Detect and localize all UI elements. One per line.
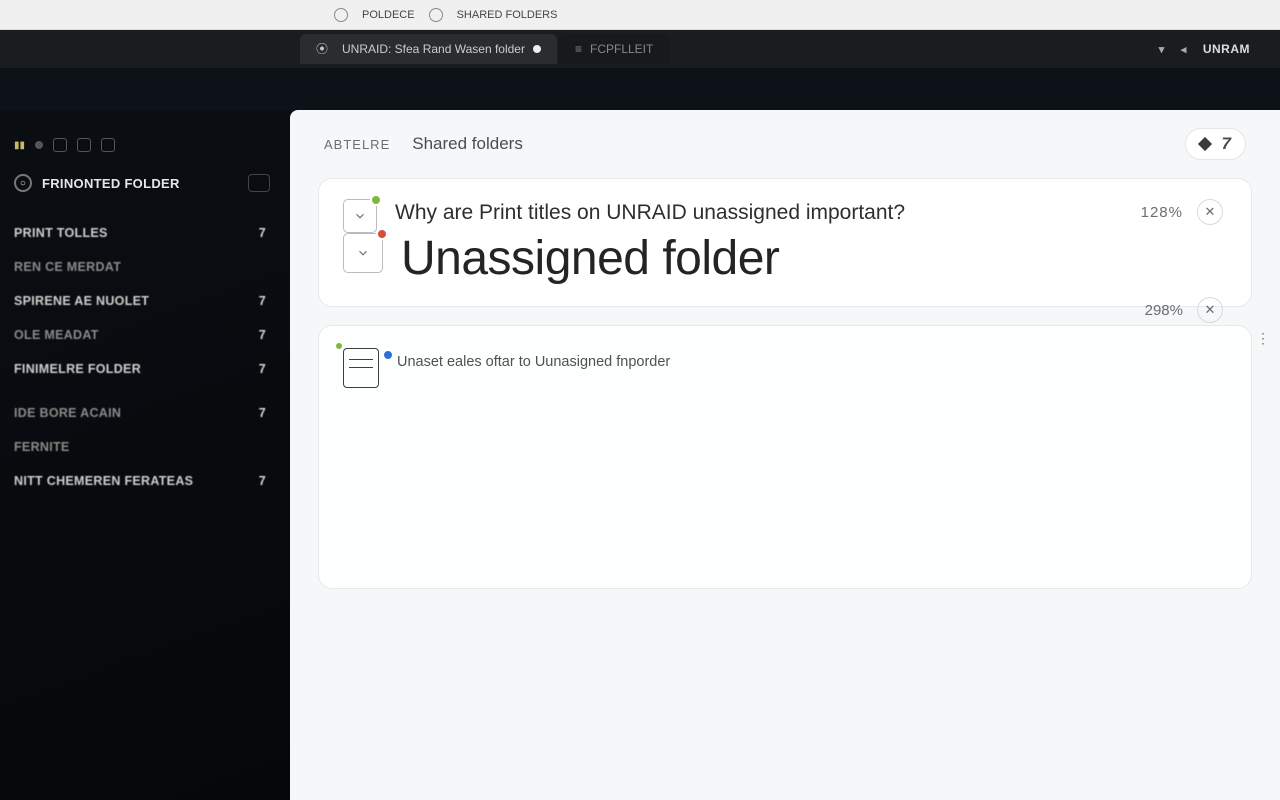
refresh-icon[interactable]: [334, 8, 348, 22]
tab-abtelre[interactable]: ABTELRE: [324, 137, 390, 152]
browser-tab-active[interactable]: ⦿ UNRAID: Sfea Rand Wasen folder: [300, 34, 557, 64]
tab-favicon: ⦿: [316, 40, 334, 58]
tab-unsaved-dot: [533, 45, 541, 53]
square-icon-3[interactable]: [101, 138, 115, 152]
brand-label: UNRAM: [1203, 42, 1250, 56]
diamond-icon: [1197, 137, 1211, 151]
main-header: ABTELRE Shared folders 7: [290, 110, 1280, 174]
status-dot-green: [334, 341, 344, 351]
nav-left-icon[interactable]: ◂: [1181, 43, 1187, 56]
square-icon[interactable]: [53, 138, 67, 152]
sidebar-item-count: 7: [259, 226, 266, 240]
sidebar-item-count: 7: [259, 294, 266, 308]
sidebar-item-label: PRINT TOLLES: [14, 226, 108, 240]
pill-value: 7: [1222, 134, 1231, 154]
status-dot-blue: [382, 349, 394, 361]
workspace: ▮▮ ○ FRINONTED FOLDER PRINT TOLLES 7 REN…: [0, 110, 1280, 800]
sidebar-item-spirene[interactable]: SPIRENE AE NUOLET 7: [0, 284, 290, 318]
tab-equals-icon: ≡: [575, 42, 582, 56]
browser-menu-bar: POLDECE SHARED FOLDERS: [0, 0, 1280, 30]
row-2-meta: 298% ✕: [1145, 297, 1223, 323]
chevron-down-icon: [353, 209, 367, 223]
row-1-meta: 128% ✕: [1141, 199, 1223, 225]
list-row-1[interactable]: Why are Print titles on UNRAID unassigne…: [343, 199, 1227, 233]
menu-item-shared[interactable]: SHARED FOLDERS: [457, 9, 558, 21]
tab-title-2: FCPFLLEIT: [590, 42, 653, 56]
chevron-down-icon: [356, 246, 370, 260]
sidebar-item-label: SPIRENE AE NUOLET: [14, 294, 149, 308]
row-text: Why are Print titles on UNRAID unassigne…: [395, 199, 1227, 227]
row-1-percent: 128%: [1141, 204, 1183, 221]
sidebar-item-count: 7: [259, 406, 266, 420]
card2-row[interactable]: Unaset eales oftar to Uunasigned fnporde…: [343, 348, 1227, 388]
collapse-icon[interactable]: [248, 174, 270, 192]
tab-shared-folders[interactable]: Shared folders: [412, 134, 523, 154]
sidebar-item-print-tolles[interactable]: PRINT TOLLES 7: [0, 216, 290, 250]
status-dot-green: [370, 194, 382, 206]
sidebar-item-count: 7: [259, 362, 266, 376]
sidebar-item-finimelre[interactable]: FINIMELRE FOLDER 7: [0, 352, 290, 386]
row-title: Unassigned folder: [401, 233, 1227, 286]
indicator-icon: ▮▮: [14, 140, 25, 151]
dot-icon: [35, 141, 43, 149]
card-primary: Why are Print titles on UNRAID unassigne…: [318, 178, 1252, 307]
file-icon: [343, 348, 379, 388]
menu-item-poldece[interactable]: POLDECE: [362, 9, 415, 21]
browser-tab-bar: ⦿ UNRAID: Sfea Rand Wasen folder ≡ FCPFL…: [0, 30, 1280, 68]
row-2-close[interactable]: ✕: [1197, 297, 1223, 323]
sidebar-item-ren-ce[interactable]: REN CE MERDAT: [0, 250, 290, 284]
tab-title: UNRAID: Sfea Rand Wasen folder: [342, 42, 525, 56]
clock-icon: [429, 8, 443, 22]
browser-tab-inactive[interactable]: ≡ FCPFLLEIT: [559, 34, 669, 64]
row-1-close[interactable]: ✕: [1197, 199, 1223, 225]
sidebar-mini-toolbar: ▮▮: [0, 138, 290, 166]
sidebar-item-nitt[interactable]: NITT CHEMEREN FERATEAS 7: [0, 464, 290, 498]
sidebar-header-label: FRINONTED FOLDER: [42, 176, 180, 191]
sidebar-item-label: NITT CHEMEREN FERATEAS: [14, 474, 193, 488]
folder-icon: ○: [14, 174, 32, 192]
row-2-percent: 298%: [1145, 302, 1183, 319]
sidebar-item-ide-bore[interactable]: IDE BORE ACAIN 7: [0, 396, 290, 430]
row-checkbox[interactable]: [343, 233, 383, 273]
kebab-menu[interactable]: ⋮: [1256, 330, 1272, 347]
sidebar-section-header[interactable]: ○ FRINONTED FOLDER: [0, 166, 290, 206]
sidebar-item-label: REN CE MERDAT: [14, 260, 121, 274]
sidebar-item-label: FINIMELRE FOLDER: [14, 362, 141, 376]
sidebar-item-count: 7: [259, 328, 266, 342]
row-checkbox[interactable]: [343, 199, 377, 233]
sidebar-item-label: FERNITE: [14, 440, 70, 454]
nav-down-icon[interactable]: ▾: [1159, 43, 1165, 56]
main-panel: ABTELRE Shared folders 7 Why are Print t…: [290, 110, 1280, 800]
card-secondary: Unaset eales oftar to Uunasigned fnporde…: [318, 325, 1252, 589]
sidebar-item-fernite[interactable]: FERNITE: [0, 430, 290, 464]
status-dot-red: [376, 228, 388, 240]
sidebar-item-ole[interactable]: OLE MEADAT 7: [0, 318, 290, 352]
square-icon-2[interactable]: [77, 138, 91, 152]
list-row-2[interactable]: Unassigned folder: [343, 233, 1227, 286]
sidebar-item-label: IDE BORE ACAIN: [14, 406, 121, 420]
header-pill[interactable]: 7: [1185, 128, 1246, 160]
sidebar-item-label: OLE MEADAT: [14, 328, 99, 342]
card2-text: Unaset eales oftar to Uunasigned fnporde…: [397, 354, 670, 370]
sidebar-item-count: 7: [259, 474, 266, 488]
sidebar: ▮▮ ○ FRINONTED FOLDER PRINT TOLLES 7 REN…: [0, 110, 290, 800]
